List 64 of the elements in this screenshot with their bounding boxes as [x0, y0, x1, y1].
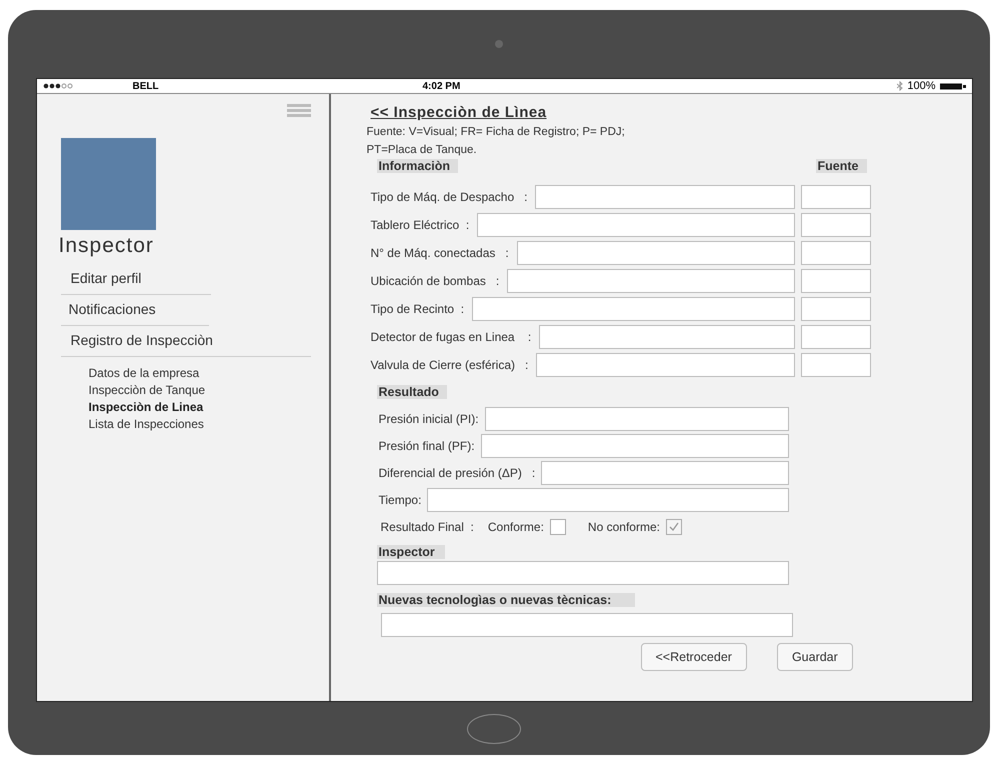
sidebar-item[interactable]: Registro de Inspecciòn — [60, 326, 310, 357]
option-label: Conforme: — [488, 520, 544, 534]
input-field[interactable] — [480, 434, 788, 458]
section-header: Resultado — [376, 385, 447, 399]
home-button[interactable] — [467, 714, 521, 744]
input-field[interactable] — [539, 325, 794, 349]
submenu-item[interactable]: Inspecciòn de Tanque — [88, 382, 328, 399]
field-label: Presión inicial (PI): — [378, 412, 479, 426]
input-field[interactable] — [380, 613, 792, 637]
menu-icon[interactable] — [286, 104, 310, 118]
profile-name: Inspector — [58, 234, 155, 258]
option-label: No conforme: — [588, 520, 660, 534]
save-button[interactable]: Guardar — [776, 643, 853, 671]
source-field[interactable] — [800, 325, 870, 349]
field-label: Tiempo: — [378, 492, 422, 506]
clock-time: 4:02 PM — [422, 80, 460, 92]
section-header: Nuevas tecnologìas o nuevas tècnicas: — [376, 593, 636, 607]
page-title[interactable]: << Inspecciòn de Lìnea — [370, 104, 547, 121]
checkbox[interactable] — [550, 519, 566, 535]
field-label: Tipo de Recinto : — [370, 302, 464, 316]
input-field[interactable] — [507, 269, 794, 293]
checkbox[interactable] — [666, 519, 682, 535]
source-field[interactable] — [800, 213, 870, 237]
field-label: Tipo de Máq. de Despacho : — [370, 190, 528, 204]
input-field[interactable] — [541, 460, 788, 484]
input-field[interactable] — [427, 488, 788, 512]
source-field[interactable] — [800, 297, 870, 321]
input-field[interactable] — [536, 353, 794, 377]
carrier-name: BELL — [132, 80, 159, 92]
field-label: Ubicación de bombas : — [370, 274, 500, 288]
input-field[interactable] — [472, 297, 794, 321]
submenu-item[interactable]: Inspecciòn de Linea — [88, 399, 328, 416]
source-field[interactable] — [800, 269, 870, 293]
field-label: Presión final (PF): — [378, 438, 475, 452]
input-field[interactable] — [516, 241, 794, 265]
legend-text: Fuente: V=Visual; FR= Ficha de Registro; P= PDJ; — [366, 125, 626, 140]
input-field[interactable] — [535, 185, 794, 209]
section-header: Inspector — [376, 545, 445, 559]
input-field[interactable] — [477, 213, 794, 237]
legend-text: PT=Placa de Tanque. — [366, 143, 478, 158]
signal-icon — [42, 83, 72, 89]
section-header: Informaciòn — [376, 159, 458, 173]
battery-percent: 100% — [907, 80, 936, 92]
submenu-item[interactable]: Datos de la empresa — [88, 365, 328, 382]
submenu-item[interactable]: Lista de Inspecciones — [88, 416, 328, 433]
field-label: Tablero Eléctrico : — [370, 218, 470, 232]
source-field[interactable] — [800, 353, 870, 377]
sidebar-item[interactable]: Notificaciones — [60, 295, 208, 326]
bluetooth-icon — [897, 81, 904, 91]
back-button[interactable]: <<Retroceder — [640, 643, 747, 671]
field-label: Valvula de Cierre (esférica) : — [370, 358, 528, 372]
battery-icon — [940, 82, 966, 90]
sidebar-item[interactable]: Editar perfil — [60, 264, 210, 295]
column-header: Fuente — [816, 159, 866, 173]
camera-icon — [495, 40, 503, 48]
source-field[interactable] — [800, 241, 870, 265]
input-field[interactable] — [376, 561, 788, 585]
field-label: Diferencial de presión (ΔP) : — [378, 466, 536, 480]
source-field[interactable] — [800, 185, 870, 209]
input-field[interactable] — [484, 406, 788, 430]
checkmark-icon — [666, 520, 681, 534]
field-label: Resultado Final : — [380, 520, 474, 534]
field-label: N° de Máq. conectadas : — [370, 246, 509, 260]
field-label: Detector de fugas en Linea : — [370, 330, 532, 344]
